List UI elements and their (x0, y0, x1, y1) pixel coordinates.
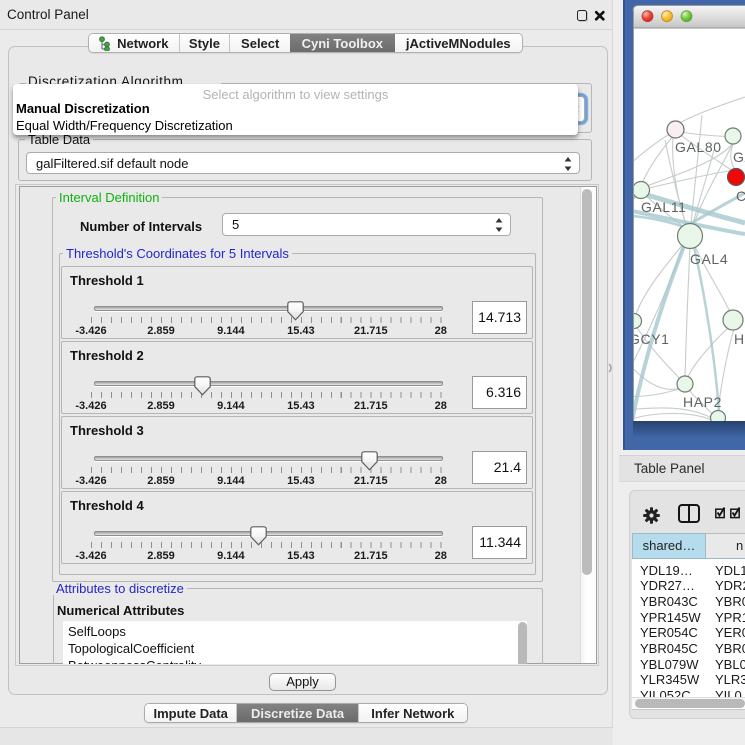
svg-text:GAL11: GAL11 (641, 199, 687, 215)
svg-text:GAL80: GAL80 (675, 139, 722, 155)
svg-text:GCY1: GCY1 (629, 331, 670, 347)
svg-text:GA: GA (733, 149, 745, 165)
svg-text:HAP2: HAP2 (683, 394, 722, 410)
svg-text:H: H (734, 331, 745, 347)
svg-text:GAL4: GAL4 (690, 251, 728, 267)
svg-text:C: C (736, 188, 745, 204)
